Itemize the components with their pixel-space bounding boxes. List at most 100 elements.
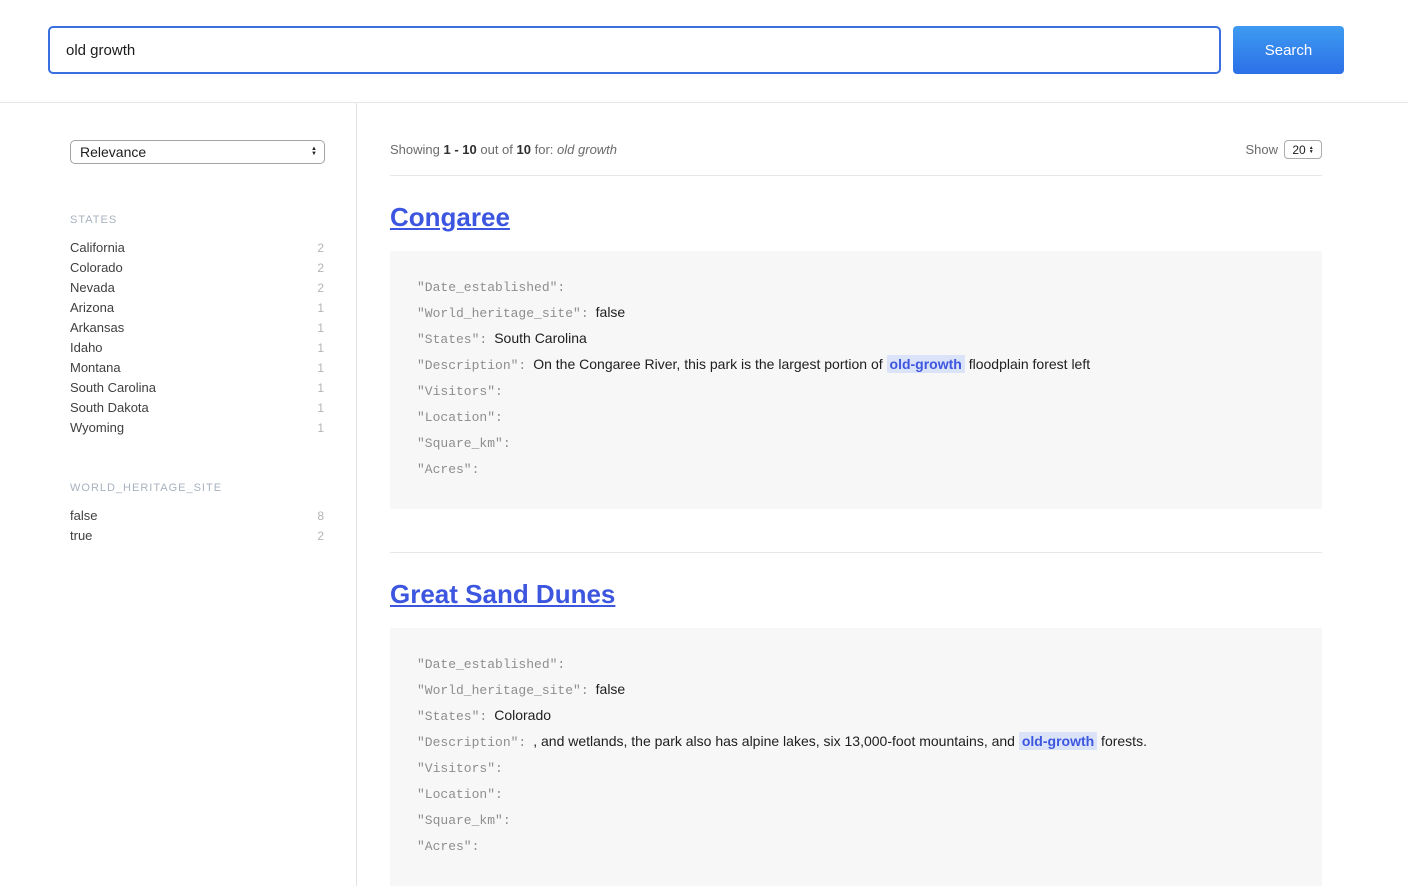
- field-key: "States":: [417, 332, 487, 347]
- facet-option-count: 1: [317, 339, 324, 358]
- facet-option-label: Arkansas: [70, 318, 124, 337]
- result-field-row: "States":South Carolina: [417, 326, 1294, 352]
- result-field-row: "Description": , and wetlands, the park a…: [417, 729, 1294, 755]
- summary-showing: Showing: [390, 142, 440, 157]
- result-field-row: "Acres":: [417, 456, 1294, 482]
- field-key: "Description":: [417, 735, 526, 750]
- results-main: Showing 1 - 10 out of 10 for: old growth…: [357, 103, 1408, 886]
- facet-option-state[interactable]: Arkansas 1: [70, 318, 324, 338]
- highlight-match: old-growth: [1019, 732, 1097, 750]
- field-key: "Acres":: [417, 839, 479, 854]
- result-field-row: "Visitors":: [417, 378, 1294, 404]
- result-field-row: "Description":On the Congaree River, thi…: [417, 352, 1294, 378]
- search-button[interactable]: Search: [1233, 26, 1344, 74]
- field-value: On the Congaree River, this park is the …: [533, 356, 886, 372]
- facet-option-count: 1: [317, 379, 324, 398]
- facet-option-heritage[interactable]: false 8: [70, 506, 324, 526]
- result-field-row: "Location":: [417, 781, 1294, 807]
- result-field-row: "World_heritage_site": false: [417, 300, 1294, 326]
- field-value-after-match: forests.: [1097, 733, 1147, 749]
- facet-option-label: Montana: [70, 358, 121, 377]
- page-size-control: Show 20 ▲▼: [1245, 140, 1322, 159]
- field-value: false: [596, 304, 626, 320]
- toolbar-divider: [390, 175, 1322, 176]
- field-key: "Visitors":: [417, 761, 503, 776]
- summary-range: 1 - 10: [444, 142, 477, 157]
- highlight-match: old-growth: [887, 355, 965, 373]
- result-title-link[interactable]: Congaree: [390, 202, 510, 233]
- search-input[interactable]: [48, 26, 1221, 74]
- summary-for: for:: [535, 142, 554, 157]
- facet-option-state[interactable]: Colorado 2: [70, 258, 324, 278]
- field-key: "Acres":: [417, 462, 479, 477]
- sidebar: Relevance ▲▼ STATES California 2 Colorad…: [0, 103, 357, 886]
- field-key: "Visitors":: [417, 384, 503, 399]
- select-arrows-icon: ▲▼: [1309, 146, 1314, 154]
- summary-outof: out of: [480, 142, 513, 157]
- summary-query: old growth: [557, 142, 617, 157]
- facet-option-count: 2: [317, 259, 324, 278]
- sort-select[interactable]: Relevance ▲▼: [70, 140, 325, 164]
- field-value: , and wetlands, the park also has alpine…: [533, 733, 1019, 749]
- field-key: "Square_km":: [417, 436, 511, 451]
- facet-option-count: 1: [317, 319, 324, 338]
- results-toolbar: Showing 1 - 10 out of 10 for: old growth…: [390, 140, 1322, 159]
- sort-select-value: Relevance: [80, 144, 146, 160]
- facet-option-label: Wyoming: [70, 418, 124, 437]
- facet-option-label: South Carolina: [70, 378, 156, 397]
- facet-option-heritage[interactable]: true 2: [70, 526, 324, 546]
- facet-option-count: 2: [317, 527, 324, 546]
- field-key: "Date_established":: [417, 657, 565, 672]
- facet-option-count: 8: [317, 507, 324, 526]
- result-field-row: "Location":: [417, 404, 1294, 430]
- result-field-row: "Date_established":: [417, 651, 1294, 677]
- select-arrows-icon: ▲▼: [311, 147, 317, 157]
- facet-option-label: true: [70, 526, 92, 545]
- result-title-link[interactable]: Great Sand Dunes: [390, 579, 615, 610]
- result-divider: [390, 552, 1322, 553]
- field-key: "Date_established":: [417, 280, 565, 295]
- result-field-row: "World_heritage_site":false: [417, 677, 1294, 703]
- search-header: Search: [0, 0, 1408, 103]
- field-key: "Location":: [417, 410, 503, 425]
- facet-option-state[interactable]: Idaho 1: [70, 338, 324, 358]
- facet-title-world-heritage-site: WORLD_HERITAGE_SITE: [70, 482, 324, 494]
- results-summary: Showing 1 - 10 out of 10 for: old growth: [390, 142, 617, 157]
- facet-option-count: 2: [317, 279, 324, 298]
- result-field-row: "Square_km":: [417, 807, 1294, 833]
- content-area: Relevance ▲▼ STATES California 2 Colorad…: [0, 103, 1408, 886]
- facet-option-label: false: [70, 506, 97, 525]
- field-value-after-match: floodplain forest left: [965, 356, 1090, 372]
- facet-option-state[interactable]: Arizona 1: [70, 298, 324, 318]
- result-field-row: "Visitors":: [417, 755, 1294, 781]
- result-field-row: "States": Colorado: [417, 703, 1294, 729]
- result-card: "Date_established": "World_heritage_site…: [390, 628, 1322, 886]
- field-key: "Square_km":: [417, 813, 511, 828]
- field-value: Colorado: [494, 707, 551, 723]
- facet-option-label: Arizona: [70, 298, 114, 317]
- summary-total: 10: [517, 142, 531, 157]
- facet-option-count: 2: [317, 239, 324, 258]
- facet-title-states: STATES: [70, 214, 324, 226]
- facet-option-state[interactable]: California 2: [70, 238, 324, 258]
- facet-option-label: Nevada: [70, 278, 115, 297]
- field-key: "States":: [417, 709, 487, 724]
- facet-option-count: 1: [317, 299, 324, 318]
- page-size-label: Show: [1245, 142, 1278, 157]
- page-size-value: 20: [1292, 143, 1305, 157]
- facet-option-count: 1: [317, 399, 324, 418]
- facet-option-count: 1: [317, 419, 324, 438]
- result-field-row: "Date_established":: [417, 274, 1294, 300]
- facet-option-label: South Dakota: [70, 398, 149, 417]
- facet-option-state[interactable]: Montana 1: [70, 358, 324, 378]
- field-key: "World_heritage_site":: [417, 683, 589, 698]
- facet-option-count: 1: [317, 359, 324, 378]
- facet-option-state[interactable]: Wyoming 1: [70, 418, 324, 438]
- facet-option-label: Idaho: [70, 338, 103, 357]
- field-key: "World_heritage_site":: [417, 306, 589, 321]
- facet-option-state[interactable]: South Dakota 1: [70, 398, 324, 418]
- facet-option-state[interactable]: Nevada 2: [70, 278, 324, 298]
- facet-option-label: Colorado: [70, 258, 123, 277]
- facet-option-state[interactable]: South Carolina 1: [70, 378, 324, 398]
- page-size-select[interactable]: 20 ▲▼: [1284, 140, 1322, 159]
